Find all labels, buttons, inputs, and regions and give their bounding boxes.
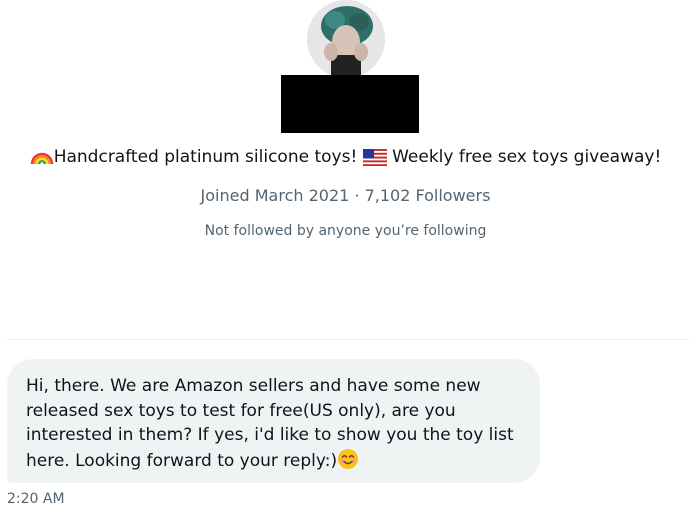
avatar-image <box>307 0 385 78</box>
profile-avatar[interactable] <box>307 0 385 78</box>
message-line-last: here. Looking forward to your reply:) <box>26 448 522 478</box>
smiling-face-icon <box>337 448 359 478</box>
message-line: released sex toys to test for free(US on… <box>26 400 456 421</box>
joined-date: Joined March 2021 <box>200 186 350 205</box>
profile-meta: Joined March 2021 · 7,102 Followers <box>0 186 691 206</box>
us-flag-icon <box>362 148 387 174</box>
meta-separator: · <box>354 186 360 205</box>
message-bubble[interactable]: Hi, there. We are Amazon sellers and hav… <box>7 359 540 483</box>
message-line: here. Looking forward to your reply:) <box>26 450 338 471</box>
message-line: Hi, there. We are Amazon sellers and hav… <box>26 376 481 396</box>
profile-bio: Handcrafted platinum silicone toys! Week… <box>0 144 691 174</box>
followers-count[interactable]: 7,102 Followers <box>365 186 491 205</box>
message-line: interested in them? If yes, i'd like to … <box>26 425 514 445</box>
divider <box>7 339 691 340</box>
followed-by-text: Not followed by anyone you’re following <box>204 223 487 239</box>
bio-text-part1: Handcrafted platinum silicone toys! <box>53 147 358 167</box>
bio-text-part2: Weekly free sex toys giveaway! <box>392 147 662 167</box>
message-timestamp: 2:20 AM <box>7 491 65 507</box>
redacted-display-name <box>281 75 419 133</box>
rainbow-icon <box>30 146 54 174</box>
